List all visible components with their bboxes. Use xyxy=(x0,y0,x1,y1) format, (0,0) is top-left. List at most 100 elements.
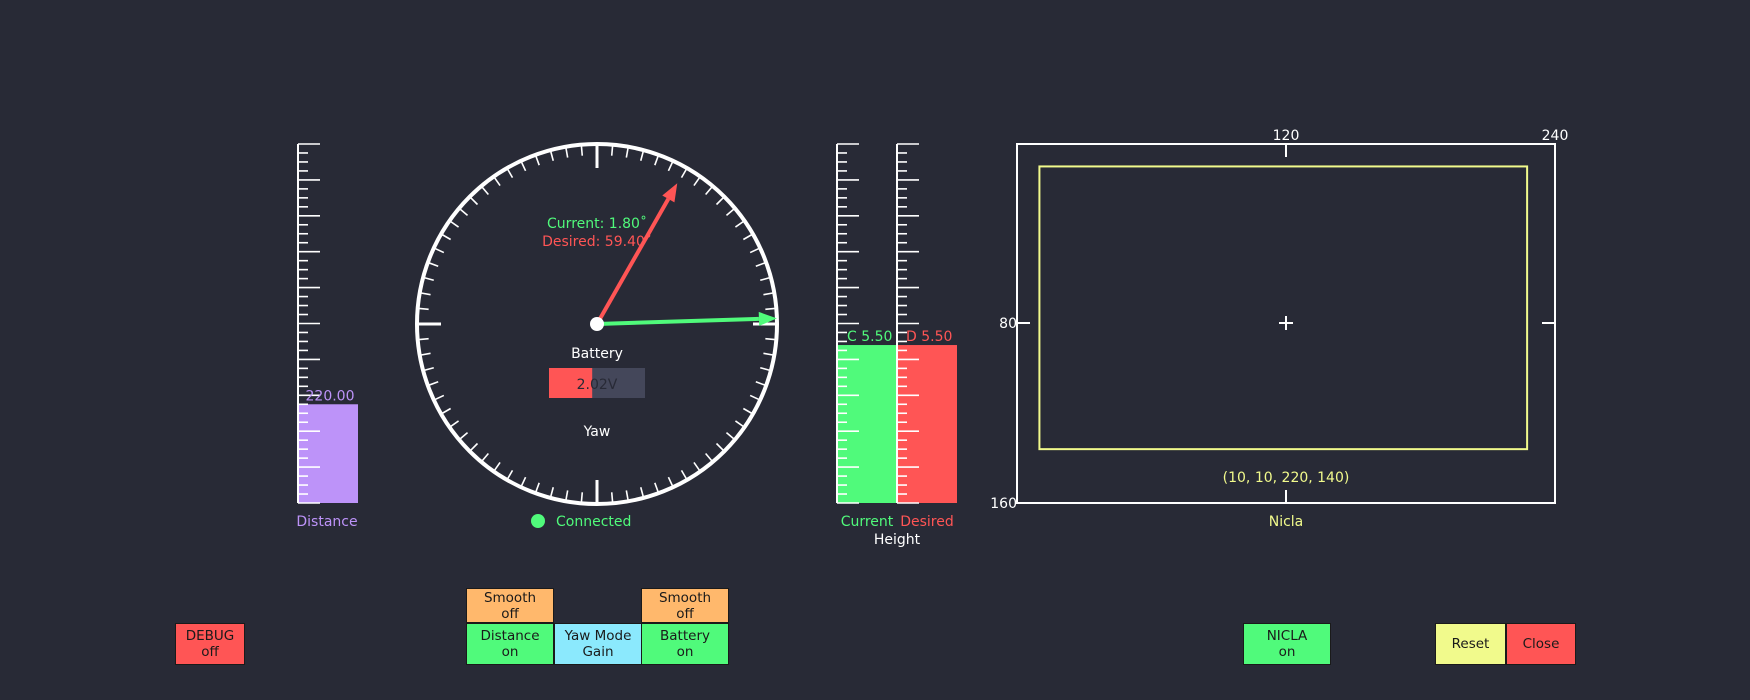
yaw-mode-button[interactable]: Yaw Mode Gain xyxy=(554,623,642,665)
dial-tick xyxy=(506,469,514,481)
dial-tick xyxy=(693,461,701,472)
distance-toggle-button[interactable]: Distance on xyxy=(466,623,554,665)
dial-tick xyxy=(749,247,761,254)
dial-tick xyxy=(734,220,745,228)
nicla-label: Nicla xyxy=(1269,514,1304,530)
dial-tick xyxy=(534,482,540,494)
dial-tick xyxy=(480,452,489,463)
dial-tick xyxy=(580,492,584,504)
battery-toggle-button[interactable]: Battery on xyxy=(641,623,729,665)
distance-value: 220.00 xyxy=(306,388,355,404)
debug-button-title: DEBUG xyxy=(185,628,235,644)
distance-label: Distance xyxy=(296,514,357,530)
dial-tick xyxy=(458,207,469,216)
distance-button-title: Distance xyxy=(480,628,540,644)
connection-status: Connected xyxy=(556,514,631,530)
dial-tick xyxy=(725,432,736,441)
distance-gauge: 220.00 Distance xyxy=(296,143,358,530)
height-desired-label: Desired xyxy=(900,514,954,530)
dial-tick xyxy=(725,207,736,216)
dial-tick xyxy=(458,432,469,441)
smooth-battery-title: Smooth xyxy=(658,589,712,606)
battery-voltage: 2.02V xyxy=(577,377,618,393)
dial-tick xyxy=(449,420,460,428)
dial-tick xyxy=(440,233,452,241)
yaw-desired-readout: Desired: 59.40˚ xyxy=(542,233,652,250)
dial-tick xyxy=(705,185,714,196)
smooth-battery-state: off xyxy=(676,605,694,622)
dial-tick xyxy=(449,220,460,228)
dial-tick xyxy=(580,144,584,156)
debug-toggle-button[interactable]: DEBUG off xyxy=(175,623,245,665)
dial-tick xyxy=(742,233,754,241)
nicla-y-tick-mid: 80 xyxy=(999,316,1017,332)
dial-tick xyxy=(433,247,445,254)
smooth-distance-state: off xyxy=(501,605,519,622)
dial-tick xyxy=(469,442,479,452)
nicla-view: 120 240 80 160 (10, 10, 220, 140) Nicla xyxy=(990,128,1568,530)
dial-tick xyxy=(480,185,489,196)
smooth-distance-title: Smooth xyxy=(483,589,537,606)
nicla-bbox-readout: (10, 10, 220, 140) xyxy=(1223,470,1350,486)
nicla-bounding-box xyxy=(1038,165,1529,451)
dial-tick xyxy=(493,176,501,187)
status-dot-icon xyxy=(531,514,545,528)
nicla-y-tick-max: 160 xyxy=(990,496,1017,512)
dial-tick xyxy=(417,337,429,341)
dial-tick xyxy=(667,160,674,172)
height-label: Height xyxy=(874,532,921,548)
dashboard-canvas: 220.00 Distance Current: 1.80˚ Desired: … xyxy=(296,128,1568,548)
debug-button-state: off xyxy=(201,644,219,660)
dial-tick xyxy=(610,144,614,156)
battery-label: Battery xyxy=(571,346,623,362)
distance-button-state: on xyxy=(501,644,519,660)
nicla-toggle-button[interactable]: NICLA on xyxy=(1243,623,1331,665)
nicla-button-title: NICLA xyxy=(1266,628,1308,644)
dial-tick xyxy=(654,154,660,166)
dial-tick xyxy=(417,307,429,311)
dial-tick xyxy=(433,394,445,401)
nicla-x-tick-max: 240 xyxy=(1542,128,1569,144)
yaw-dial-hub xyxy=(590,317,604,331)
dial-tick xyxy=(755,381,767,387)
smooth-battery-toggle-button[interactable]: Smooth off xyxy=(641,588,729,623)
height-desired-value: D 5.50 xyxy=(906,329,952,345)
dial-tick xyxy=(520,476,527,488)
dial-tick xyxy=(680,167,688,179)
height-gauge: C 5.50 D 5.50 Current Desired Height xyxy=(836,143,957,548)
battery-button-state: on xyxy=(676,644,694,660)
yaw-current-readout: Current: 1.80˚ xyxy=(547,215,647,232)
smooth-distance-toggle-button[interactable]: Smooth off xyxy=(466,588,554,623)
dial-tick xyxy=(610,492,614,504)
yaw-dial: Current: 1.80˚ Desired: 59.40˚ Battery 2… xyxy=(415,142,779,530)
yaw-mode-state: Gain xyxy=(582,644,614,660)
yaw-current-needle xyxy=(596,316,759,326)
dial-tick xyxy=(715,442,725,452)
close-button[interactable]: Close xyxy=(1506,623,1576,665)
yaw-mode-title: Yaw Mode xyxy=(564,628,632,644)
distance-bar-fill xyxy=(298,404,358,503)
close-button-label: Close xyxy=(1522,636,1560,652)
dial-tick xyxy=(705,452,714,463)
dial-tick xyxy=(427,381,439,387)
dial-tick xyxy=(693,176,701,187)
dial-tick xyxy=(765,337,777,341)
dial-tick xyxy=(534,154,540,166)
dial-tick xyxy=(715,196,725,206)
dial-tick xyxy=(440,407,452,415)
dial-tick xyxy=(742,407,754,415)
dial-tick xyxy=(667,476,674,488)
yaw-desired-arrowhead xyxy=(662,183,678,203)
dial-tick xyxy=(680,469,688,481)
dial-tick xyxy=(493,461,501,472)
height-current-label: Current xyxy=(841,514,894,530)
dial-tick xyxy=(654,482,660,494)
reset-button[interactable]: Reset xyxy=(1435,623,1506,665)
dial-tick xyxy=(506,167,514,179)
dial-tick xyxy=(427,261,439,267)
yaw-label: Yaw xyxy=(583,424,611,440)
dial-tick xyxy=(734,420,745,428)
nicla-x-tick-mid: 120 xyxy=(1273,128,1300,144)
dial-tick xyxy=(765,307,777,311)
reset-button-label: Reset xyxy=(1451,636,1490,652)
